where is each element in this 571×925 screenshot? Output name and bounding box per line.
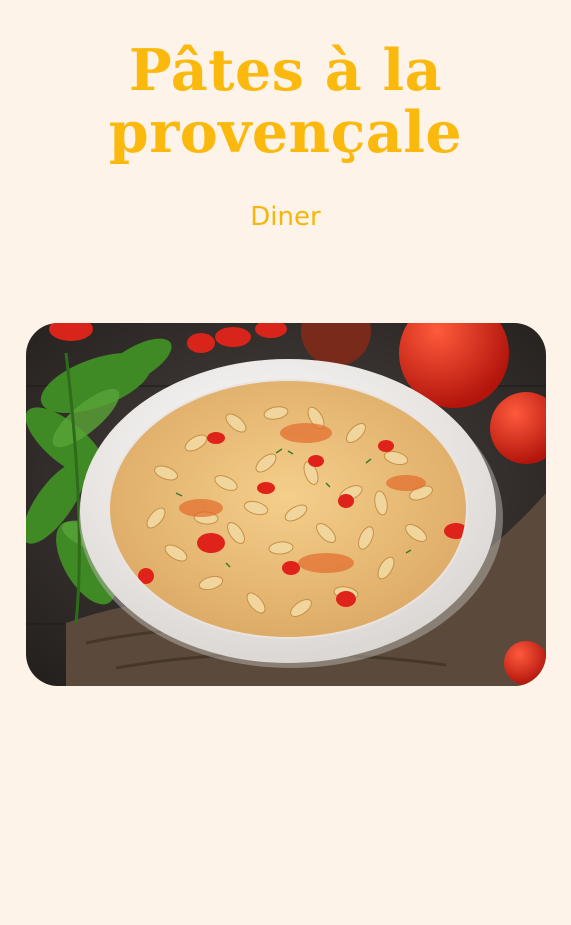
recipe-title: Pâtes à la provençale bbox=[108, 37, 463, 166]
recipe-photo bbox=[26, 323, 546, 686]
recipe-category: Diner bbox=[250, 202, 321, 232]
